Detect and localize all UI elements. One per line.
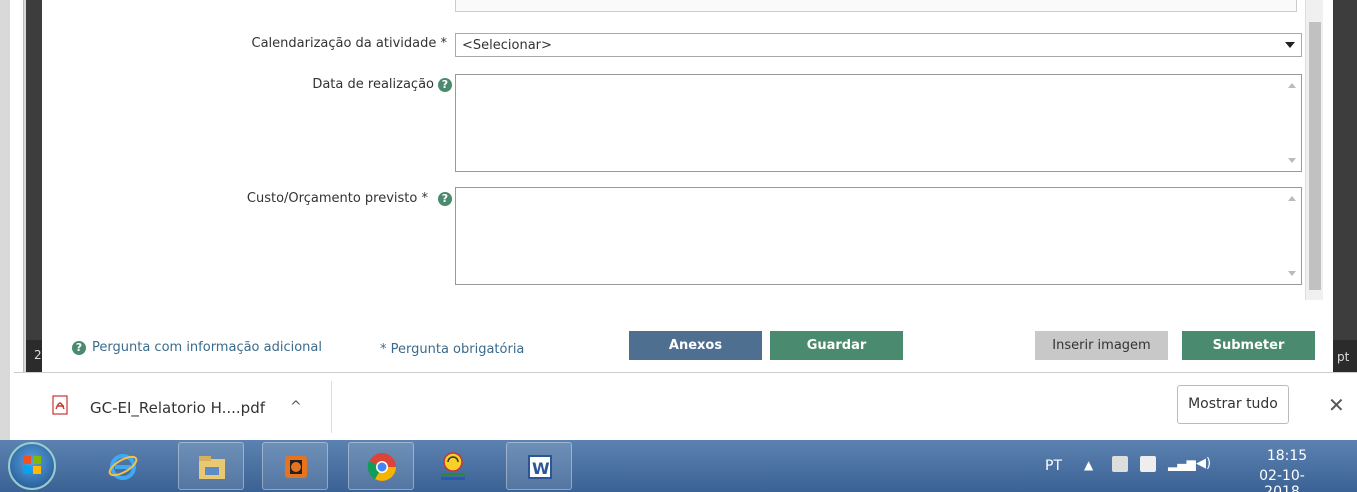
power-icon[interactable] bbox=[1140, 456, 1156, 472]
date-textarea[interactable] bbox=[455, 74, 1302, 172]
date-label: Data de realização bbox=[312, 77, 434, 92]
background-dark-strip bbox=[26, 0, 42, 372]
required-legend: * Pergunta obrigatória bbox=[380, 342, 525, 357]
help-icon[interactable]: ? bbox=[438, 77, 452, 92]
attachments-button[interactable]: Anexos bbox=[629, 331, 762, 360]
scroll-down-icon[interactable] bbox=[1288, 271, 1296, 276]
background-partial-text-right: pt bbox=[1333, 340, 1357, 372]
sun-logo-icon bbox=[441, 452, 465, 480]
scrollbar-thumb[interactable] bbox=[1309, 22, 1321, 290]
taskbar-file-explorer[interactable] bbox=[178, 442, 244, 490]
windows-logo-icon bbox=[23, 456, 41, 474]
chevron-down-icon bbox=[1285, 42, 1295, 48]
submit-button[interactable]: Submeter bbox=[1182, 331, 1315, 360]
schedule-select-value: <Selecionar> bbox=[462, 38, 552, 53]
taskbar-word[interactable]: W bbox=[506, 442, 572, 490]
media-player-icon bbox=[285, 456, 307, 478]
insert-image-button[interactable]: Inserir imagem bbox=[1035, 331, 1168, 360]
background-partial-text: 20 bbox=[26, 340, 49, 372]
background-dark-strip-right bbox=[1333, 0, 1357, 372]
textarea-scrollbar[interactable] bbox=[1284, 75, 1301, 171]
downloads-bar: GC-EI_Relatorio H....pdf ^ Mostrar tudo … bbox=[14, 372, 1357, 440]
network-icon[interactable]: ▂▄▆ bbox=[1168, 457, 1196, 471]
word-icon: W bbox=[528, 455, 552, 479]
schedule-label: Calendarização da atividade * bbox=[251, 36, 448, 51]
taskbar-ie[interactable] bbox=[90, 442, 156, 490]
start-button[interactable] bbox=[8, 442, 56, 490]
download-file-name[interactable]: GC-EI_Relatorio H....pdf bbox=[90, 399, 265, 417]
svg-text:W: W bbox=[532, 459, 550, 478]
language-indicator[interactable]: PT bbox=[1045, 458, 1062, 474]
tray-expand-icon[interactable]: ▲ bbox=[1084, 458, 1093, 472]
help-icon: ? bbox=[72, 340, 86, 355]
system-tray: PT ▲ ▂▄▆ ◀) 18:15 02-10-2018 bbox=[1040, 440, 1357, 492]
help-legend-text: Pergunta com informação adicional bbox=[92, 340, 323, 355]
scroll-up-icon[interactable] bbox=[1288, 196, 1296, 201]
save-button[interactable]: Guardar bbox=[770, 331, 903, 360]
help-legend: ? Pergunta com informação adicional bbox=[72, 340, 322, 355]
taskbar-custom-app[interactable] bbox=[420, 442, 486, 490]
taskbar: W PT ▲ ▂▄▆ ◀) 18:15 02-10-2018 bbox=[0, 440, 1357, 492]
show-all-button[interactable]: Mostrar tudo bbox=[1177, 385, 1289, 424]
clock-date[interactable]: 02-10-2018 bbox=[1242, 468, 1322, 492]
taskbar-media-player[interactable] bbox=[262, 442, 328, 490]
budget-label: Custo/Orçamento previsto * bbox=[246, 191, 428, 206]
chrome-icon bbox=[367, 453, 396, 481]
pdf-icon bbox=[52, 395, 68, 415]
textarea-scrollbar[interactable] bbox=[1284, 188, 1301, 284]
scroll-down-icon[interactable] bbox=[1288, 158, 1296, 163]
budget-label-row: Custo/Orçamento previsto *? bbox=[182, 191, 452, 206]
schedule-select[interactable]: <Selecionar> bbox=[455, 33, 1302, 57]
budget-textarea[interactable] bbox=[455, 187, 1302, 285]
action-center-icon[interactable] bbox=[1112, 456, 1128, 472]
help-icon[interactable]: ? bbox=[438, 191, 452, 206]
internet-explorer-icon bbox=[108, 454, 138, 480]
previous-field-box bbox=[455, 0, 1297, 12]
chevron-up-icon[interactable]: ^ bbox=[290, 399, 302, 415]
folder-icon bbox=[199, 456, 225, 479]
modal-scrollbar[interactable] bbox=[1305, 0, 1323, 300]
date-label-row: Data de realização? bbox=[202, 77, 452, 92]
form-modal: Calendarização da atividade * <Seleciona… bbox=[42, 0, 1333, 372]
volume-icon[interactable]: ◀) bbox=[1196, 456, 1211, 471]
clock-time[interactable]: 18:15 bbox=[1252, 448, 1322, 464]
taskbar-chrome[interactable] bbox=[348, 442, 414, 490]
download-item[interactable]: GC-EI_Relatorio H....pdf ^ bbox=[14, 381, 332, 433]
scroll-up-icon[interactable] bbox=[1288, 83, 1296, 88]
close-icon[interactable]: ✕ bbox=[1328, 393, 1345, 417]
